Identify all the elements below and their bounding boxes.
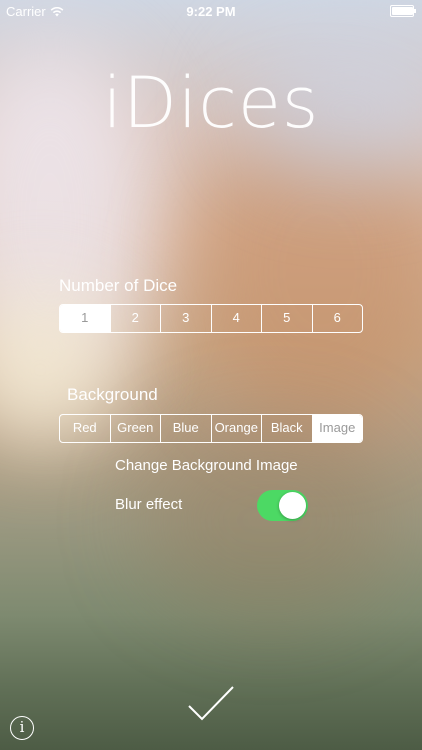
- background-segmented-control[interactable]: Red Green Blue Orange Black Image: [59, 414, 363, 443]
- done-button[interactable]: [186, 684, 236, 724]
- dice-count-option[interactable]: 4: [212, 305, 262, 332]
- blur-effect-label: Blur effect: [115, 496, 183, 513]
- number-of-dice-segmented-control[interactable]: 1 2 3 4 5 6: [59, 304, 363, 333]
- background-label: Background: [67, 385, 158, 404]
- status-time: 9:22 PM: [186, 4, 236, 19]
- background-option-blue[interactable]: Blue: [161, 415, 212, 442]
- info-button[interactable]: i: [10, 716, 34, 740]
- battery-level: [392, 7, 413, 15]
- battery-icon: [390, 5, 416, 17]
- dice-count-option[interactable]: 6: [313, 305, 363, 332]
- toggle-knob: [279, 492, 306, 519]
- info-icon: i: [19, 718, 25, 736]
- number-of-dice-label: Number of Dice: [59, 276, 178, 295]
- background-option-red[interactable]: Red: [60, 415, 111, 442]
- dice-count-option[interactable]: 1: [60, 305, 111, 332]
- app-title: iDices: [102, 62, 320, 144]
- blur-effect-toggle[interactable]: [257, 490, 308, 521]
- background-option-orange[interactable]: Orange: [212, 415, 262, 442]
- screen-background: Carrier 9:22 PM iDices Number of Dice 1 …: [0, 0, 422, 750]
- change-background-image-button[interactable]: Change Background Image: [115, 457, 298, 474]
- status-bar: Carrier 9:22 PM: [0, 0, 422, 22]
- dice-count-option[interactable]: 2: [111, 305, 161, 332]
- dice-count-option[interactable]: 5: [262, 305, 313, 332]
- background-option-image[interactable]: Image: [312, 415, 362, 442]
- dice-count-option[interactable]: 3: [161, 305, 212, 332]
- background-option-green[interactable]: Green: [111, 415, 161, 442]
- checkmark-icon: [188, 686, 234, 721]
- background-option-black[interactable]: Black: [262, 415, 313, 442]
